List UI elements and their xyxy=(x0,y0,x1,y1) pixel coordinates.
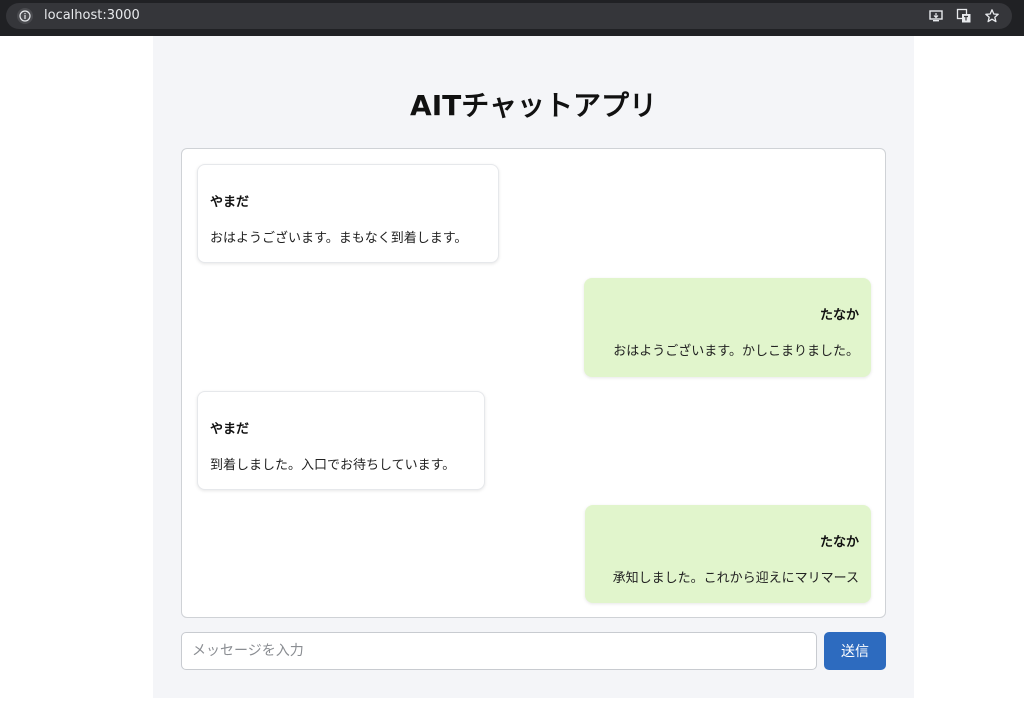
bookmark-star-icon[interactable] xyxy=(984,8,1000,24)
install-app-icon[interactable] xyxy=(928,8,944,24)
message-text: おはようございます。まもなく到着します。 xyxy=(210,231,468,246)
browser-toolbar: localhost:3000 xyxy=(0,0,1024,36)
page-title: AITチャットアプリ xyxy=(410,89,657,122)
message-bubble: やまだ 到着しました。入口でお待ちしています。 xyxy=(197,391,485,490)
message-sender: やまだ xyxy=(210,422,250,437)
message-text: 到着しました。入口でお待ちしています。 xyxy=(210,458,456,473)
translate-icon[interactable] xyxy=(956,8,972,24)
message-list[interactable]: やまだ おはようございます。まもなく到着します。 たなか おはようございます。か… xyxy=(181,148,886,618)
message-bubble: たなか おはようございます。かしこまりました。 xyxy=(584,278,871,377)
composer: 送信 xyxy=(181,632,886,670)
message-input[interactable] xyxy=(181,632,817,670)
message-bubble: たなか 承知しました。これから迎えにマリマース xyxy=(585,505,871,603)
message-bubble: やまだ おはようございます。まもなく到着します。 xyxy=(197,164,499,263)
address-bar[interactable]: localhost:3000 xyxy=(6,3,1012,29)
message-text: おはようございます。かしこまりました。 xyxy=(613,344,859,359)
message-text: 承知しました。これから迎えにマリマース xyxy=(612,571,859,586)
send-button[interactable]: 送信 xyxy=(824,632,886,670)
message-sender: たなか xyxy=(819,308,859,323)
message-sender: やまだ xyxy=(210,195,250,210)
url-text[interactable]: localhost:3000 xyxy=(44,8,140,24)
site-info-icon[interactable] xyxy=(17,8,33,24)
message-sender: たなか xyxy=(819,535,859,550)
chat-app: AITチャットアプリ やまだ おはようございます。まもなく到着します。 たなか … xyxy=(153,36,914,698)
